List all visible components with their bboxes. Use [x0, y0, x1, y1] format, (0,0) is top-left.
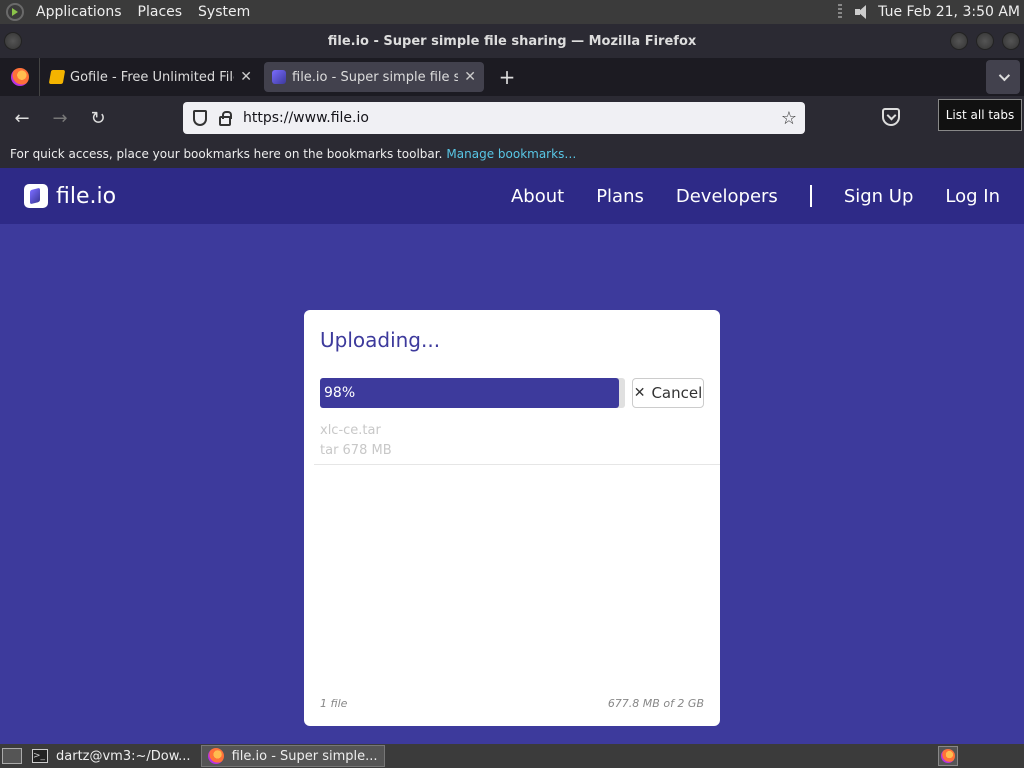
progress-bar: 98%: [320, 378, 625, 408]
chevron-down-icon: [998, 69, 1011, 82]
terminal-icon: >_: [32, 749, 48, 763]
upload-card: Uploading... 98% ✕ Cancel xlc-ce.tar tar…: [304, 310, 720, 726]
bookmarks-toolbar: For quick access, place your bookmarks h…: [0, 140, 1024, 168]
gofile-icon: [48, 70, 66, 84]
file-count: 1 file: [320, 697, 348, 710]
size-total: 677.8 MB of 2 GB: [607, 697, 704, 710]
close-tab-icon[interactable]: ✕: [464, 69, 476, 85]
tab-label: file.io - Super simple file sharing: [292, 69, 459, 85]
taskbar-item-firefox[interactable]: file.io - Super simple...: [200, 745, 385, 767]
firefox-icon: [10, 68, 29, 86]
cancel-label: Cancel: [651, 384, 703, 402]
maximize-icon[interactable]: [976, 32, 994, 50]
taskbar-item-terminal[interactable]: >_ dartz@vm3:~/Dow...: [26, 745, 197, 767]
list-tabs-tooltip: List all tabs: [938, 99, 1022, 131]
site-header: file.io About Plans Developers Sign Up L…: [0, 168, 1024, 224]
show-desktop-button[interactable]: [2, 748, 22, 764]
minimize-icon[interactable]: [950, 32, 968, 50]
url-text[interactable]: https://www.file.io: [243, 110, 781, 126]
taskbar-label: file.io - Super simple...: [231, 748, 378, 764]
taskbar-label: dartz@vm3:~/Dow...: [56, 748, 191, 764]
tab-bar: Gofile - Free Unlimited File Sharing ✕ f…: [0, 58, 1024, 96]
close-window-icon[interactable]: [1002, 32, 1020, 50]
divider: [314, 464, 720, 465]
bookmarks-empty-message: For quick access, place your bookmarks h…: [10, 147, 443, 161]
site-nav: About Plans Developers Sign Up Log In: [479, 168, 1000, 224]
tab-fileio[interactable]: file.io - Super simple file sharing ✕: [264, 62, 484, 92]
fileio-logo-icon: [24, 184, 48, 208]
lock-icon[interactable]: [219, 111, 232, 126]
window-title: file.io - Super simple file sharing — Mo…: [327, 33, 697, 49]
nav-developers[interactable]: Developers: [676, 186, 778, 207]
fileio-icon: [272, 70, 286, 84]
menu-applications[interactable]: Applications: [28, 0, 130, 24]
window-menu-icon[interactable]: [4, 32, 22, 50]
tab-label: Gofile - Free Unlimited File Sharing: [70, 69, 234, 85]
new-tab-button[interactable]: +: [492, 62, 522, 92]
firefox-icon: [207, 748, 224, 764]
reload-button[interactable]: ↻: [82, 102, 114, 134]
window-titlebar: file.io - Super simple file sharing — Mo…: [0, 24, 1024, 58]
volume-icon[interactable]: [854, 4, 870, 20]
site-logo[interactable]: file.io: [24, 184, 116, 209]
forward-button[interactable]: →: [44, 102, 76, 134]
cancel-button[interactable]: ✕ Cancel: [632, 378, 704, 408]
top-panel: Applications Places System Tue Feb 21, 3…: [0, 0, 1024, 24]
firefox-icon: [941, 749, 955, 763]
distro-logo-icon[interactable]: [6, 3, 24, 21]
menu-places[interactable]: Places: [130, 0, 191, 24]
file-meta: tar 678 MB: [320, 443, 392, 458]
nav-plans[interactable]: Plans: [596, 186, 644, 207]
nav-about[interactable]: About: [511, 186, 564, 207]
url-bar[interactable]: https://www.file.io ☆: [183, 102, 805, 134]
nav-divider: [809, 185, 812, 207]
firefox-view-button[interactable]: [0, 58, 40, 96]
manage-bookmarks-link[interactable]: Manage bookmarks…: [446, 147, 576, 161]
file-name: xlc-ce.tar: [320, 423, 381, 438]
panel-grip: [838, 4, 843, 20]
nav-sign-up[interactable]: Sign Up: [844, 186, 914, 207]
pocket-icon[interactable]: [882, 108, 900, 126]
tracking-protection-shield-icon[interactable]: [193, 110, 207, 126]
list-all-tabs-button[interactable]: [986, 60, 1020, 94]
nav-log-in[interactable]: Log In: [945, 186, 1000, 207]
progress-fill: [320, 378, 619, 408]
progress-text: 98%: [324, 385, 356, 401]
tab-gofile[interactable]: Gofile - Free Unlimited File Sharing ✕: [42, 62, 260, 92]
clock[interactable]: Tue Feb 21, 3:50 AM: [878, 4, 1020, 20]
close-icon: ✕: [633, 385, 646, 401]
close-tab-icon[interactable]: ✕: [240, 69, 252, 85]
site-logo-text: file.io: [56, 183, 117, 209]
upload-title: Uploading...: [320, 328, 441, 352]
navigation-toolbar: ← → ↻ https://www.file.io ☆: [0, 96, 1024, 140]
back-button[interactable]: ←: [6, 102, 38, 134]
workspace-switcher[interactable]: [938, 746, 958, 766]
bottom-panel: >_ dartz@vm3:~/Dow... file.io - Super si…: [0, 744, 1024, 768]
bookmark-star-icon[interactable]: ☆: [781, 108, 797, 129]
menu-system[interactable]: System: [190, 0, 258, 24]
